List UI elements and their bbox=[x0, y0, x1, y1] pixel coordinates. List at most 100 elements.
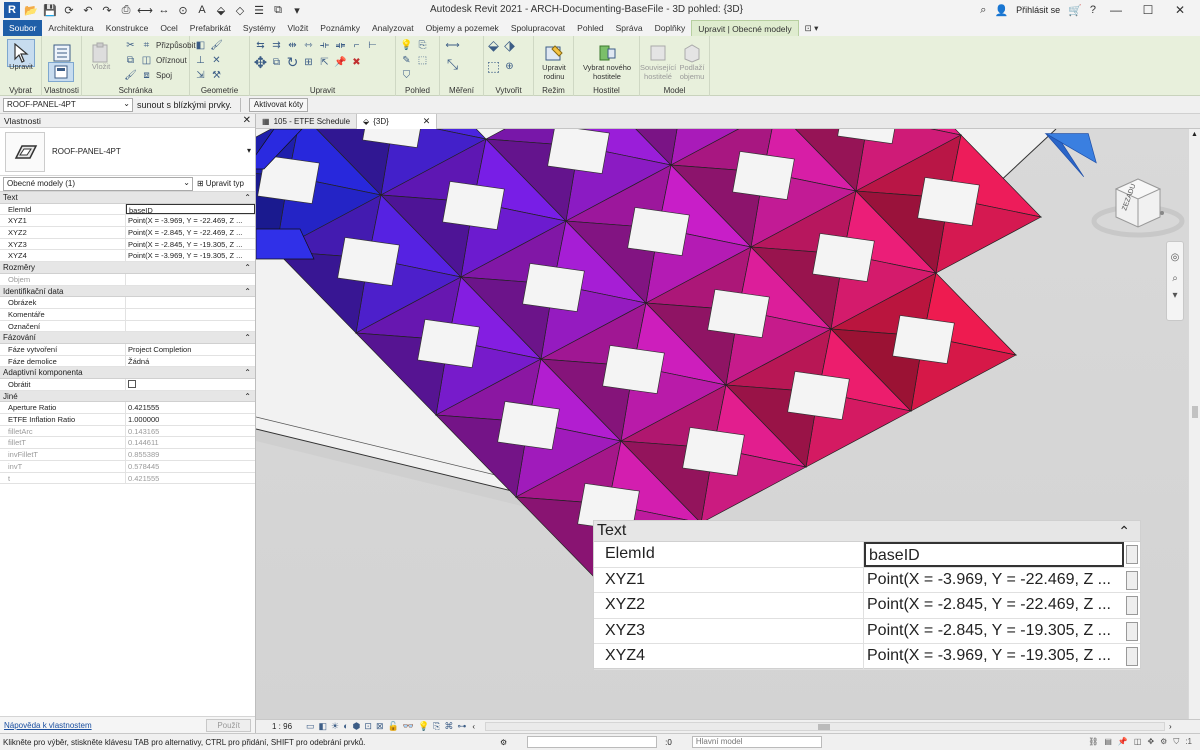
sync-icon[interactable]: ⟳ bbox=[61, 2, 77, 18]
app-logo[interactable]: R bbox=[4, 2, 20, 18]
workset-dropdown[interactable] bbox=[527, 736, 658, 748]
edit-type-button[interactable]: ⊞ Upravit typ bbox=[197, 179, 244, 188]
collapse-icon[interactable]: ⌃ bbox=[1118, 521, 1130, 541]
apply-button[interactable]: Použít bbox=[206, 719, 251, 732]
property-section-header[interactable]: Adaptivní komponenta ⌃ bbox=[0, 367, 255, 379]
ribbon-options-icon[interactable]: ⊡ ▾ bbox=[799, 20, 825, 36]
property-value[interactable]: Point(X = -2.845, Y = -19.305, Z ... bbox=[126, 239, 255, 250]
sun-path-icon[interactable]: ☀ bbox=[331, 721, 339, 732]
delete-icon[interactable]: ✖ bbox=[350, 56, 363, 69]
steering-wheel-icon[interactable]: ◎ bbox=[1167, 252, 1183, 263]
tab-menu[interactable]: Prefabrikát bbox=[184, 20, 237, 36]
search-icon[interactable]: ⌕ bbox=[980, 4, 986, 17]
viewcube[interactable]: ZEZADU bbox=[1086, 159, 1186, 239]
activate-dimensions-button[interactable]: Aktivovat kóty bbox=[248, 97, 309, 112]
visual-style-icon[interactable]: ◧ bbox=[319, 721, 328, 732]
horizontal-scrollbar[interactable] bbox=[485, 722, 1166, 731]
tab-menu[interactable]: Upravit | Obecné modely bbox=[691, 20, 799, 36]
open-icon[interactable]: 📂 bbox=[23, 2, 39, 18]
drag-elements-icon[interactable]: ✥ bbox=[1147, 737, 1154, 747]
paint-icon[interactable]: 🖌 bbox=[210, 39, 223, 52]
worksharing-icon[interactable]: ⎘ bbox=[433, 721, 440, 732]
property-value[interactable] bbox=[126, 309, 255, 320]
view-scale[interactable]: 1 : 96 bbox=[256, 722, 306, 731]
property-value[interactable] bbox=[126, 297, 255, 308]
property-value[interactable]: Point(X = -3.969, Y = -19.305, Z ... bbox=[126, 250, 255, 261]
help-icon[interactable]: ? bbox=[1090, 4, 1096, 16]
hscroll-thumb[interactable] bbox=[818, 724, 831, 730]
create-parts-icon[interactable]: ⬗ bbox=[503, 37, 516, 53]
background-processes-icon[interactable]: ⚙ bbox=[1160, 737, 1167, 747]
property-section-header[interactable]: Jiné ⌃ bbox=[0, 390, 255, 403]
property-value[interactable]: baseID bbox=[126, 203, 255, 215]
cut-label[interactable]: Oříznout bbox=[156, 56, 187, 65]
browse-button[interactable] bbox=[1126, 621, 1138, 641]
filter-icon[interactable]: ⛉ bbox=[400, 69, 413, 82]
save-icon[interactable]: 💾 bbox=[42, 2, 58, 18]
tab-3d-view[interactable]: ⬙ {3D} ✕ bbox=[357, 113, 438, 129]
shadows-icon[interactable]: ◐ bbox=[343, 721, 348, 732]
detail-level-icon[interactable]: ▭ bbox=[306, 721, 315, 732]
collapse-icon[interactable]: ⌃ bbox=[244, 367, 251, 378]
3d-view-icon[interactable]: ⬙ bbox=[213, 2, 229, 18]
show-crop-icon[interactable]: ⊠ bbox=[376, 721, 384, 732]
cart-icon[interactable]: 🛒 bbox=[1068, 4, 1082, 17]
section-icon[interactable]: ◇ bbox=[232, 2, 248, 18]
create-group-icon[interactable]: ⬚ bbox=[487, 58, 500, 74]
linework-icon[interactable]: ✎ bbox=[400, 54, 413, 67]
pin-icon[interactable]: 📌 bbox=[334, 56, 347, 69]
close-window-button[interactable]: ✕ bbox=[1168, 3, 1192, 17]
user-icon[interactable]: 👤 bbox=[994, 4, 1008, 17]
tab-menu[interactable]: Konstrukce bbox=[100, 20, 155, 36]
select-underlay-icon[interactable]: ▤ bbox=[1104, 737, 1112, 747]
aligned-dimension-icon[interactable]: ⤡ bbox=[446, 56, 459, 72]
scroll-left-icon[interactable]: ‹ bbox=[472, 722, 475, 731]
customize-qat-icon[interactable]: ▾ bbox=[289, 2, 305, 18]
sign-in-link[interactable]: Přihlásit se bbox=[1016, 5, 1060, 15]
text-icon[interactable]: A bbox=[194, 2, 210, 18]
properties-help-link[interactable]: Nápověda k vlastnostem bbox=[4, 721, 92, 730]
zoom-icon[interactable]: ⌕ bbox=[1167, 273, 1183, 284]
minimize-button[interactable]: — bbox=[1104, 3, 1128, 17]
select-pinned-icon[interactable]: 📌 bbox=[1118, 737, 1128, 747]
navigation-bar[interactable]: ◎ ⌕ ▾ bbox=[1166, 241, 1184, 321]
collapse-icon[interactable]: ⌃ bbox=[244, 332, 251, 343]
array-icon[interactable]: ⊞ bbox=[302, 56, 315, 69]
browse-button[interactable] bbox=[1126, 545, 1138, 564]
print-icon[interactable]: ⎙ bbox=[118, 2, 134, 18]
cut-icon[interactable]: ✂ bbox=[124, 39, 137, 52]
crop-view-icon[interactable]: ⊡ bbox=[364, 721, 372, 732]
tab-menu[interactable]: Architektura bbox=[42, 20, 99, 36]
unlock-view-icon[interactable]: 🔓 bbox=[388, 721, 399, 732]
measure-between-icon[interactable]: ⟷ bbox=[445, 39, 459, 52]
offset-icon[interactable]: ⇉ bbox=[270, 39, 283, 52]
tab-menu[interactable]: Vložit bbox=[282, 20, 315, 36]
reveal-hidden-icon[interactable]: 💡 bbox=[418, 721, 429, 732]
create-similar-icon[interactable]: ⊕ bbox=[503, 60, 516, 73]
zoom-property-value[interactable]: Point(X = -2.845, Y = -19.305, Z ... bbox=[864, 619, 1124, 644]
property-value[interactable]: Point(X = -3.969, Y = -22.469, Z ... bbox=[126, 215, 255, 226]
trim-single-icon[interactable]: ⊢ bbox=[366, 39, 379, 52]
type-selector[interactable]: ROOF-PANEL-4PT ▾ bbox=[0, 128, 255, 176]
render-icon[interactable]: ⬢ bbox=[353, 721, 361, 732]
select-by-face-icon[interactable]: ◫ bbox=[1134, 737, 1142, 747]
property-section-header[interactable]: Text ⌃ bbox=[0, 192, 255, 204]
flip-checkbox[interactable] bbox=[128, 380, 136, 388]
tab-menu[interactable]: Analyzovat bbox=[366, 20, 420, 36]
maximize-button[interactable]: ☐ bbox=[1136, 3, 1160, 17]
property-value[interactable]: 1.000000 bbox=[126, 414, 255, 425]
filter-icon[interactable]: ⛉ bbox=[1173, 737, 1179, 747]
browse-button[interactable] bbox=[1126, 596, 1138, 616]
tab-menu[interactable]: Poznámky bbox=[314, 20, 366, 36]
collapse-icon[interactable]: ⌃ bbox=[244, 286, 251, 297]
join-label[interactable]: Spoj bbox=[156, 71, 172, 80]
tab-etfe-schedule[interactable]: ▦ 105 - ETFE Schedule bbox=[256, 113, 358, 129]
split-face-icon[interactable]: ◧ bbox=[194, 39, 207, 52]
zoom-property-value[interactable]: Point(X = -3.969, Y = -22.469, Z ... bbox=[864, 568, 1124, 593]
tab-menu[interactable]: Spolupracovat bbox=[505, 20, 571, 36]
analytical-icon[interactable]: ⌘ bbox=[444, 721, 453, 732]
match-type-icon[interactable]: 🖌 bbox=[124, 69, 137, 82]
browse-button[interactable] bbox=[1126, 647, 1138, 667]
property-section-header[interactable]: Identifikační data ⌃ bbox=[0, 285, 255, 298]
scroll-up-icon[interactable]: ▲ bbox=[1189, 131, 1200, 138]
